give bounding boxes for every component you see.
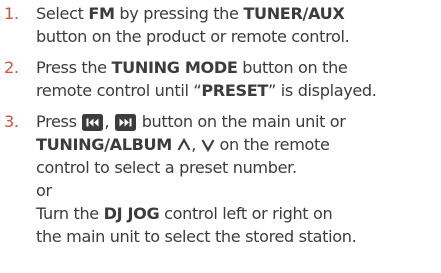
preset-label: PRESET: [201, 81, 268, 100]
step-3-line-3: control to select a preset number.: [36, 158, 297, 177]
step-number: 1.: [4, 4, 19, 23]
skip-forward-icon: [114, 114, 136, 131]
step-number: 3.: [4, 112, 19, 131]
step-3-line-1: Press , button on the main unit or: [36, 112, 346, 131]
step-2-line-2: remote control until “PRESET” is display…: [36, 81, 377, 100]
step-2-line-1: Press the TUNING MODE button on the: [36, 58, 348, 77]
step-1-line-1: Select FM by pressing the TUNER/AUX: [36, 4, 345, 23]
chevron-down-icon: [201, 139, 215, 152]
step-2: 2. Press the TUNING MODE button on the r…: [0, 56, 441, 102]
tuning-album-label: TUNING/ALBUM: [36, 135, 178, 154]
step-number: 2.: [4, 58, 19, 77]
tuning-mode-label: TUNING MODE: [111, 58, 238, 77]
fm-label: FM: [88, 4, 115, 23]
dj-jog-label: DJ JOG: [103, 204, 160, 223]
skip-back-icon: [82, 114, 104, 131]
step-3-line-5: Turn the DJ JOG control left or right on: [36, 204, 333, 223]
step-3: 3. Press , button on the main unit or TU…: [0, 110, 441, 248]
step-3-line-2: TUNING/ALBUM , on the remote: [36, 135, 330, 154]
step-1-line-2: button on the product or remote control.: [36, 27, 350, 46]
step-3-line-6: the main unit to select the stored stati…: [36, 227, 357, 246]
tuner-aux-label: TUNER/AUX: [243, 4, 345, 23]
step-1: 1. Select FM by pressing the TUNER/AUX b…: [0, 2, 441, 48]
step-3-or: or: [36, 181, 52, 200]
instruction-list: 1. Select FM by pressing the TUNER/AUX b…: [0, 0, 441, 248]
chevron-up-icon: [177, 138, 191, 151]
